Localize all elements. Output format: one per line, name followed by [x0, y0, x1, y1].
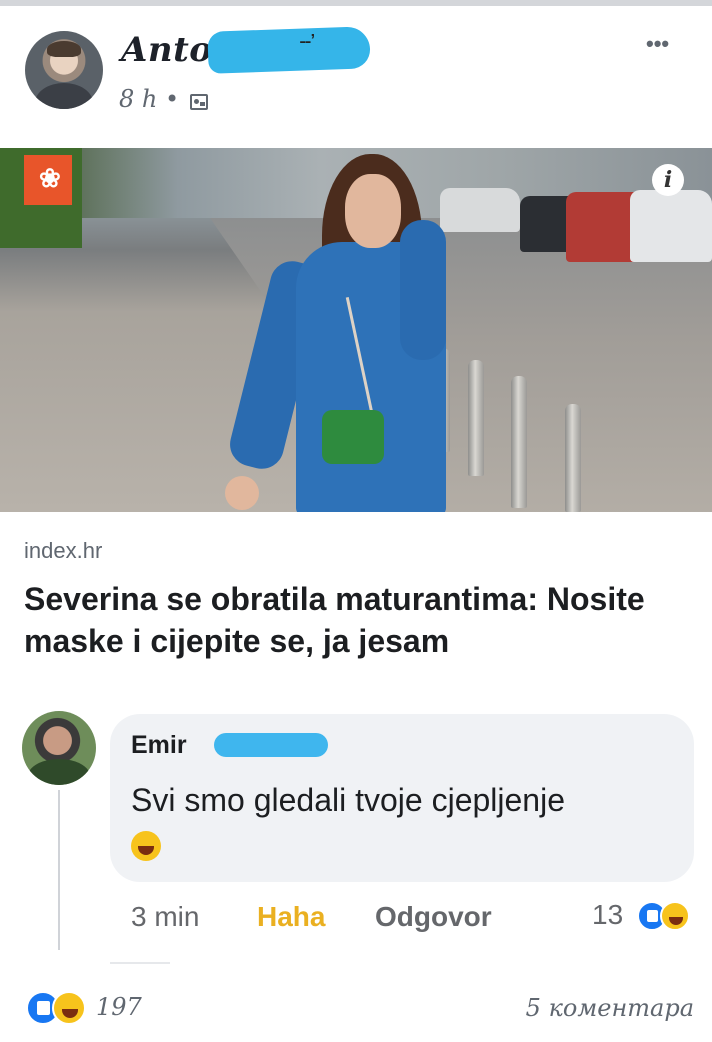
- commenter-name[interactable]: Emir: [131, 731, 187, 760]
- green-handbag: [322, 410, 384, 464]
- person-hand: [225, 476, 259, 510]
- person-face: [345, 174, 401, 248]
- avatar-hair: [47, 41, 81, 57]
- parked-car: [440, 188, 520, 232]
- post-reaction-count[interactable]: 197: [96, 993, 142, 1021]
- author-name[interactable]: Anto: [121, 30, 212, 70]
- index-hr-logo-icon: ❀: [24, 155, 72, 205]
- brand-badge-glyph: ❀: [39, 163, 61, 193]
- friends-icon[interactable]: [190, 94, 208, 110]
- haha-reaction-icon[interactable]: [660, 901, 690, 931]
- more-options-icon[interactable]: •••: [646, 33, 669, 55]
- haha-reaction-button[interactable]: Haha: [257, 901, 325, 933]
- link-domain: index.hr: [24, 538, 103, 563]
- commenter-name-redaction: [214, 733, 328, 757]
- author-avatar[interactable]: [25, 31, 103, 109]
- haha-reaction-icon[interactable]: [52, 991, 86, 1025]
- faint-divider: [110, 962, 170, 964]
- bollard: [511, 376, 527, 508]
- author-name-tail: ˗˗’: [300, 32, 316, 49]
- avatar-shirt: [35, 83, 93, 109]
- laughing-emoji-icon: [131, 831, 161, 861]
- bollard: [468, 360, 484, 476]
- comment-timestamp[interactable]: 3 min: [131, 901, 199, 933]
- comment-reaction-count[interactable]: 13: [592, 899, 623, 931]
- link-preview-image[interactable]: [0, 148, 712, 512]
- bollard: [565, 404, 581, 512]
- comments-count-link[interactable]: 5 коментара: [526, 994, 694, 1022]
- avatar-coat: [28, 759, 90, 785]
- top-divider: [0, 0, 712, 6]
- commenter-avatar[interactable]: [22, 711, 96, 785]
- person-raised-arm: [400, 220, 446, 360]
- reply-button[interactable]: Odgovor: [375, 901, 492, 933]
- parked-car: [630, 190, 712, 262]
- name-redaction-scribble: [207, 26, 371, 74]
- info-icon[interactable]: i: [652, 164, 684, 196]
- post-timestamp[interactable]: 8 h •: [119, 85, 179, 113]
- reply-thread-line: [58, 790, 60, 950]
- comment-body: Svi smo gledali tvoje cjepljenje: [131, 782, 565, 818]
- link-headline[interactable]: Severina se obratila maturantima: Nosite…: [24, 578, 694, 662]
- comment-text: Svi smo gledali tvoje cjepljenje: [131, 777, 571, 869]
